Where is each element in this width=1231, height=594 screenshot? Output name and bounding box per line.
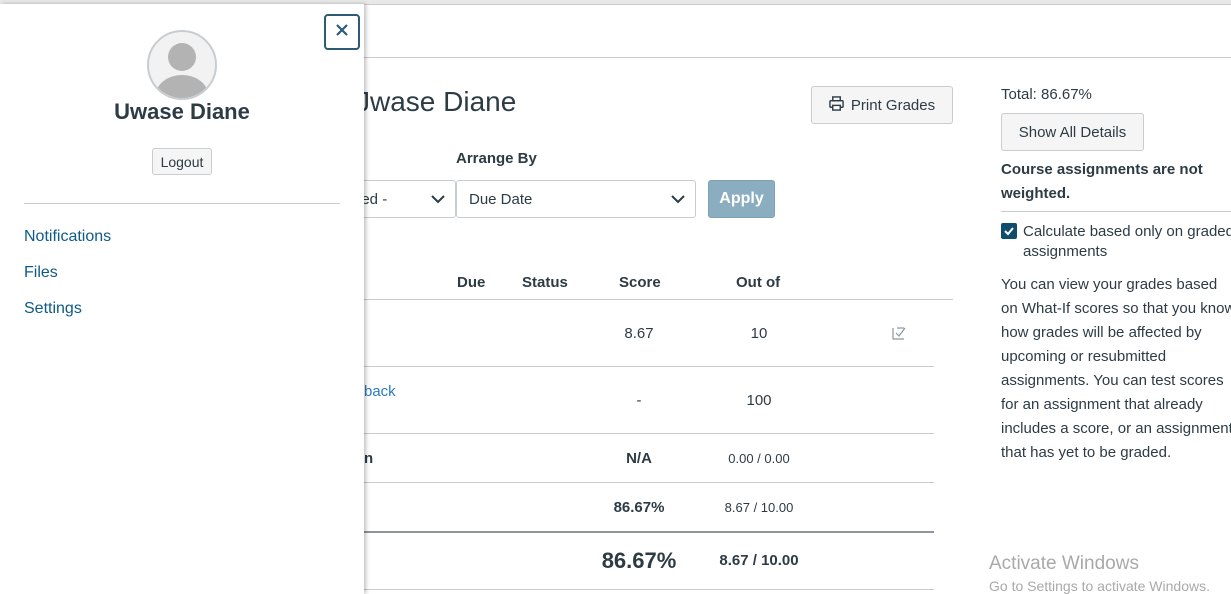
total-out-of: 8.67 / 10.00: [719, 552, 799, 569]
row-2-assignment-link[interactable]: back: [364, 383, 396, 400]
row-1-score[interactable]: 8.67: [604, 325, 674, 342]
column-header-out-of[interactable]: Out of: [736, 274, 780, 291]
row-3-score: N/A: [626, 450, 652, 467]
apply-button[interactable]: Apply: [708, 180, 775, 218]
avatar-icon: [147, 30, 217, 100]
row-4-score: 86.67%: [613, 499, 665, 516]
logout-button[interactable]: Logout: [152, 148, 212, 175]
print-grades-button[interactable]: Print Grades: [811, 86, 953, 124]
close-icon: [336, 23, 348, 41]
column-header-score[interactable]: Score: [619, 274, 661, 291]
arrange-by-value: Due Date: [469, 190, 533, 208]
row-divider: [364, 366, 934, 367]
row-4-out-of: 8.67 / 10.00: [724, 500, 794, 515]
chevron-down-icon: [431, 192, 445, 210]
tray-divider: [24, 203, 340, 204]
arrange-by-label: Arrange By: [456, 150, 537, 167]
avatar: [146, 29, 218, 101]
weighting-note: Course assignments are not weighted.: [1001, 161, 1203, 202]
what-if-explanation: You can view your grades based on What-I…: [1001, 276, 1231, 461]
row-divider: [364, 433, 934, 434]
panel-divider: [1001, 211, 1231, 212]
tray-link-files[interactable]: Files: [24, 264, 58, 282]
header-divider: [364, 57, 1231, 58]
tray-link-notifications[interactable]: Notifications: [24, 228, 111, 246]
column-header-due[interactable]: Due: [457, 274, 485, 291]
row-2-score[interactable]: -: [604, 392, 674, 409]
row-1-out-of: 10: [750, 325, 768, 342]
arrange-by-select[interactable]: Due Date: [456, 180, 696, 218]
column-header-status[interactable]: Status: [522, 274, 568, 291]
print-grades-label: Print Grades: [850, 96, 936, 114]
row-divider: [364, 482, 934, 483]
what-if-icon[interactable]: [892, 325, 908, 346]
show-all-details-button[interactable]: Show All Details: [1001, 113, 1144, 151]
table-header-divider: [364, 299, 953, 300]
tray-link-settings[interactable]: Settings: [24, 300, 82, 318]
printer-icon: [829, 95, 844, 115]
activate-windows-title: Activate Windows: [989, 553, 1139, 574]
chevron-down-icon: [671, 192, 685, 210]
profile-tray: Uwase Diane Logout Notifications Files S…: [0, 4, 364, 594]
page-title: Jwase Diane: [356, 86, 517, 117]
close-tray-button[interactable]: [324, 14, 360, 50]
total-score: 86.67%: [601, 548, 677, 573]
graded-only-label[interactable]: Calculate based only on graded assignmen…: [1023, 222, 1231, 262]
total-divider: [364, 531, 934, 533]
row-3-out-of: 0.00 / 0.00: [728, 451, 790, 466]
activate-windows-subtitle: Go to Settings to activate Windows.: [989, 578, 1210, 594]
graded-only-checkbox[interactable]: [1001, 223, 1017, 239]
row-2-out-of: 100: [746, 392, 772, 409]
user-name: Uwase Diane: [114, 99, 250, 124]
row-divider: [364, 589, 934, 590]
row-3-name: n: [364, 450, 374, 467]
total-grade: Total: 86.67%: [1001, 86, 1092, 103]
